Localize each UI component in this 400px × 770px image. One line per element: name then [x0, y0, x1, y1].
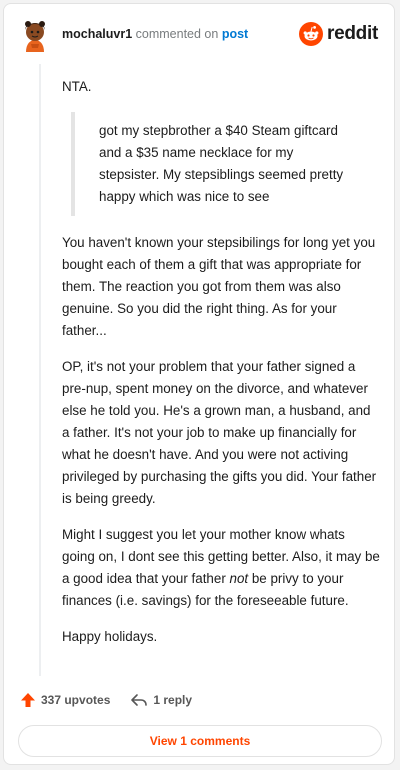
comment-greeting: NTA. — [62, 79, 92, 94]
comment-header: mochaluvr1 commented on post reddit — [18, 18, 380, 54]
comment-closing: Happy holidays. — [62, 629, 158, 644]
post-link[interactable]: post — [222, 27, 248, 41]
comment-meta: mochaluvr1 commented on post — [62, 27, 248, 41]
username-link[interactable]: mochaluvr1 — [62, 27, 132, 41]
view-comments-button[interactable]: View 1 comments — [18, 725, 382, 757]
reply-arrow-icon — [131, 694, 148, 706]
blockquote: got my stepbrother a $40 Steam giftcard … — [71, 112, 345, 216]
upvote-count: 337 upvotes — [41, 693, 111, 707]
upvote-button[interactable]: 337 upvotes — [20, 692, 110, 708]
upvote-arrow-icon — [21, 693, 35, 707]
avatar-icon[interactable] — [20, 18, 50, 52]
reply-button[interactable]: 1 reply — [130, 692, 192, 708]
comment-paragraph-3: Might I suggest you let your mother know… — [62, 524, 380, 612]
reddit-wordmark: reddit — [327, 23, 378, 44]
reply-count: 1 reply — [153, 693, 193, 707]
reddit-logo-icon — [299, 22, 324, 46]
reddit-brand[interactable]: reddit — [299, 21, 378, 47]
thread-line[interactable] — [39, 64, 41, 676]
comment-paragraph-2: OP, it's not your problem that your fath… — [62, 359, 377, 506]
comment-body: NTA. got my stepbrother a $40 Steam gift… — [62, 76, 380, 662]
emphasis-not: not — [229, 571, 249, 586]
comment-paragraph-1: You haven't known your stepsibilings for… — [62, 235, 376, 338]
comment-card: mochaluvr1 commented on post reddit NTA.… — [3, 3, 395, 765]
commented-on-text: commented on — [135, 27, 219, 41]
comment-actions: 337 upvotes 1 reply — [20, 690, 192, 710]
